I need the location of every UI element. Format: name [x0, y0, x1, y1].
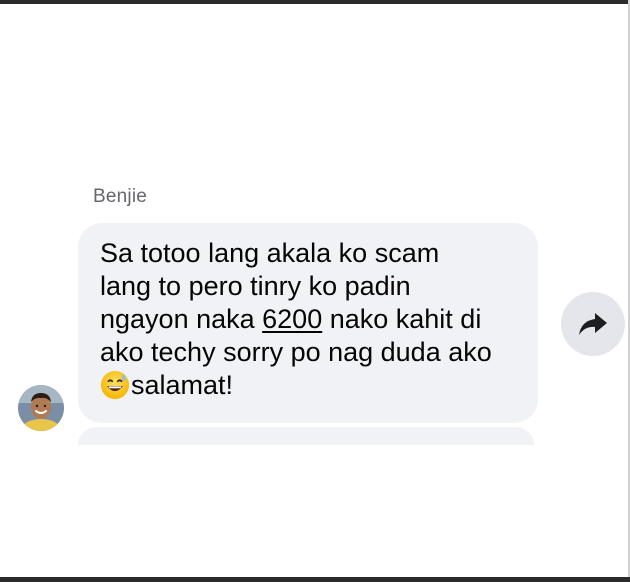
- message-line-5: salamat!: [131, 370, 234, 400]
- avatar-photo-icon: [18, 385, 64, 431]
- sender-name: Benjie: [93, 186, 148, 207]
- bottom-border: [0, 577, 630, 582]
- message-line-4: ako techy sorry po nag duda ako: [100, 337, 492, 367]
- avatar[interactable]: [18, 385, 64, 431]
- message-line-3b: nako kahit di: [322, 304, 482, 334]
- grinning-sweat-emoji-icon: [100, 370, 130, 400]
- message-line-3a: ngayon naka: [100, 304, 263, 334]
- message-text: Sa totoo lang akala ko scam lang to pero…: [100, 237, 520, 402]
- message-line-1: Sa totoo lang akala ko scam: [100, 238, 440, 268]
- chat-screenshot: Benjie Sa totoo lang akala ko scam lang …: [0, 0, 630, 582]
- top-border: [0, 0, 630, 4]
- message-bubble[interactable]: Sa totoo lang akala ko scam lang to pero…: [78, 223, 538, 423]
- message-line-2: lang to pero tinry ko padin: [100, 271, 411, 301]
- amount-link[interactable]: 6200: [262, 304, 322, 334]
- share-button[interactable]: [561, 292, 625, 356]
- share-arrow-icon: [579, 313, 607, 335]
- next-message-bubble-partial: [78, 427, 534, 445]
